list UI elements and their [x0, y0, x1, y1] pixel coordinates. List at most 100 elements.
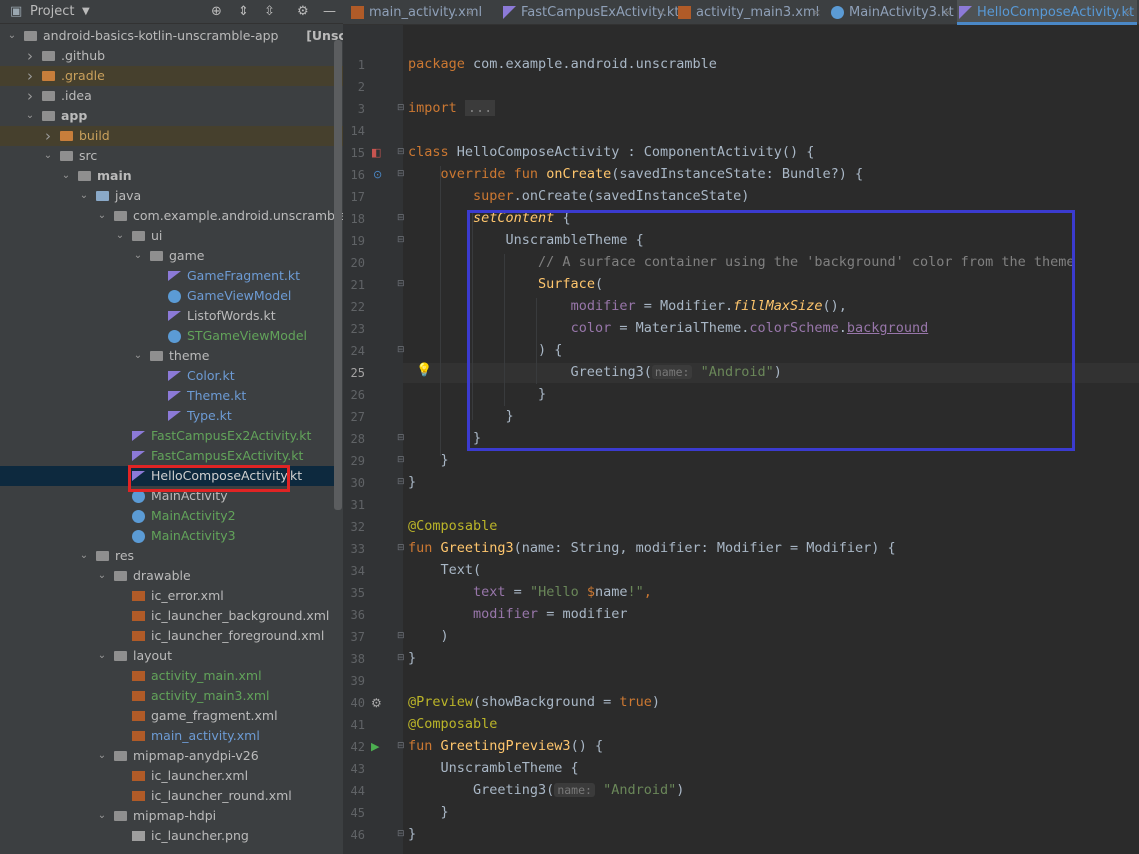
tree-item[interactable]: game_fragment.xml [0, 706, 343, 726]
fold-marker-icon[interactable]: ⊟ [397, 433, 405, 443]
close-tab-icon[interactable]: × [812, 0, 821, 25]
tree-item[interactable]: › build [0, 126, 343, 146]
tree-item[interactable]: Type.kt [0, 406, 343, 426]
code-line[interactable]: } [408, 826, 416, 842]
tree-item[interactable]: FastCampusEx2Activity.kt [0, 426, 343, 446]
tree-item[interactable]: main_activity.xml [0, 726, 343, 746]
fold-marker-icon[interactable]: ⊟ [397, 345, 405, 355]
fold-marker-icon[interactable]: ⊟ [397, 653, 405, 663]
chevron-down-icon[interactable]: ▼ [82, 0, 90, 24]
tree-item[interactable]: STGameViewModel [0, 326, 343, 346]
fold-marker-icon[interactable]: ⊟ [397, 235, 405, 245]
chevron-right-icon[interactable]: › [24, 66, 36, 86]
chevron-down-icon[interactable]: ⌄ [24, 106, 36, 126]
code-line[interactable]: @Preview(showBackground = true) [408, 694, 660, 710]
code-line[interactable]: @Composable [408, 518, 497, 534]
tree-item[interactable]: GameViewModel [0, 286, 343, 306]
code-line[interactable]: } [408, 804, 449, 820]
chevron-down-icon[interactable]: ⌄ [78, 186, 90, 206]
chevron-right-icon[interactable]: › [24, 46, 36, 66]
tree-item[interactable]: ⌄ ui [0, 226, 343, 246]
tree-item[interactable]: ⌄ mipmap-anydpi-v26 [0, 746, 343, 766]
code-line[interactable]: fun GreetingPreview3() { [408, 738, 603, 754]
editor-tab[interactable]: HelloComposeActivity.kt × [957, 0, 1137, 25]
fold-marker-icon[interactable]: ⊟ [397, 741, 405, 751]
tree-item[interactable]: GameFragment.kt [0, 266, 343, 286]
preview-settings-gear-icon[interactable]: ⚙ [371, 696, 382, 710]
project-scrollbar[interactable] [334, 40, 342, 510]
close-tab-icon[interactable]: × [657, 0, 666, 25]
code-line[interactable]: modifier = modifier [408, 606, 627, 622]
tree-item[interactable]: FastCampusExActivity.kt [0, 446, 343, 466]
code-line[interactable]: Text( [408, 562, 482, 578]
chevron-down-icon[interactable]: ⌄ [96, 566, 108, 586]
chevron-down-icon[interactable]: ⌄ [60, 166, 72, 186]
tree-item[interactable]: ⌄ mipmap-hdpi [0, 806, 343, 826]
code-line[interactable]: } [408, 474, 416, 490]
tree-item[interactable]: ⌄ game [0, 246, 343, 266]
chevron-down-icon[interactable]: ⌄ [96, 806, 108, 826]
editor-tab[interactable]: activity_main3.xml × [676, 0, 826, 25]
code-line[interactable]: fun Greeting3(name: String, modifier: Mo… [408, 540, 896, 556]
tree-item[interactable]: MainActivity2 [0, 506, 343, 526]
tree-item[interactable]: ⌄ layout [0, 646, 343, 666]
tree-item[interactable]: ⌄ res [0, 546, 343, 566]
chevron-down-icon[interactable]: ⌄ [6, 26, 18, 46]
tree-item[interactable]: ic_error.xml [0, 586, 343, 606]
close-tab-icon[interactable]: × [1123, 0, 1132, 25]
tree-item[interactable]: activity_main3.xml [0, 686, 343, 706]
tree-item[interactable]: MainActivity3 [0, 526, 343, 546]
tree-item[interactable]: ⌄ theme [0, 346, 343, 366]
chevron-down-icon[interactable]: ⌄ [114, 226, 126, 246]
collapse-all-icon[interactable]: ⇳ [264, 0, 275, 24]
code-line[interactable]: } [408, 452, 449, 468]
tree-item[interactable]: › .github [0, 46, 343, 66]
close-tab-icon[interactable]: × [943, 0, 952, 25]
code-line[interactable]: package com.example.android.unscramble [408, 56, 717, 72]
tree-item[interactable]: ⌄ main [0, 166, 343, 186]
fold-marker-icon[interactable]: ⊟ [397, 103, 405, 113]
fold-marker-icon[interactable]: ⊟ [397, 477, 405, 487]
code-line[interactable]: class HelloComposeActivity : ComponentAc… [408, 144, 814, 160]
editor-tab[interactable]: main_activity.xml × [349, 0, 482, 25]
preview-run-icon[interactable]: ▶ [371, 740, 379, 753]
code-line[interactable]: ) [408, 628, 449, 644]
code-line[interactable]: Greeting3(name: "Android") [408, 782, 684, 798]
fold-marker-icon[interactable]: ⊟ [397, 169, 405, 179]
tree-item[interactable]: ic_launcher.png [0, 826, 343, 846]
lightbulb-icon[interactable]: 💡 [416, 363, 432, 378]
tree-item[interactable]: ⌄ android-basics-kotlin-unscramble-app [Un… [0, 26, 343, 46]
chevron-down-icon[interactable]: ⌄ [96, 646, 108, 666]
fold-marker-icon[interactable]: ⊟ [397, 213, 405, 223]
tree-item[interactable]: ⌄ app [0, 106, 343, 126]
chevron-down-icon[interactable]: ⌄ [78, 546, 90, 566]
tree-item[interactable]: Color.kt [0, 366, 343, 386]
tree-item[interactable]: ic_launcher.xml [0, 766, 343, 786]
override-method-icon[interactable]: ⊙ [373, 168, 382, 181]
chevron-down-icon[interactable]: ⌄ [96, 206, 108, 226]
code-line[interactable]: @Composable [408, 716, 497, 732]
expand-all-icon[interactable]: ⇕ [238, 0, 249, 24]
code-line[interactable]: UnscrambleTheme { [408, 760, 579, 776]
tree-item[interactable]: ic_launcher_foreground.xml [0, 626, 343, 646]
tree-item[interactable]: Theme.kt [0, 386, 343, 406]
run-activity-icon[interactable]: ◧ [371, 146, 381, 159]
tree-item[interactable]: › .gradle [0, 66, 343, 86]
tree-item[interactable]: ListofWords.kt [0, 306, 343, 326]
tree-item[interactable]: ic_launcher_background.xml [0, 606, 343, 626]
editor-tab[interactable]: MainActivity3.kt × [829, 0, 957, 25]
fold-marker-icon[interactable]: ⊟ [397, 631, 405, 641]
tree-item[interactable]: ⌄ java [0, 186, 343, 206]
gear-icon[interactable]: ⚙ [297, 0, 309, 24]
chevron-down-icon[interactable]: ⌄ [96, 746, 108, 766]
project-view-icon[interactable]: ▣ [10, 0, 22, 24]
tree-item[interactable]: › .idea [0, 86, 343, 106]
tree-item[interactable]: ⌄ com.example.android.unscramble [0, 206, 343, 226]
code-line[interactable]: override fun onCreate(savedInstanceState… [408, 166, 864, 182]
fold-marker-icon[interactable]: ⊟ [397, 279, 405, 289]
tree-item[interactable]: ic_launcher_round.xml [0, 786, 343, 806]
fold-marker-icon[interactable]: ⊟ [397, 147, 405, 157]
tree-item[interactable]: activity_main.xml [0, 666, 343, 686]
project-panel-title[interactable]: Project [30, 0, 74, 24]
code-line[interactable]: } [408, 650, 416, 666]
